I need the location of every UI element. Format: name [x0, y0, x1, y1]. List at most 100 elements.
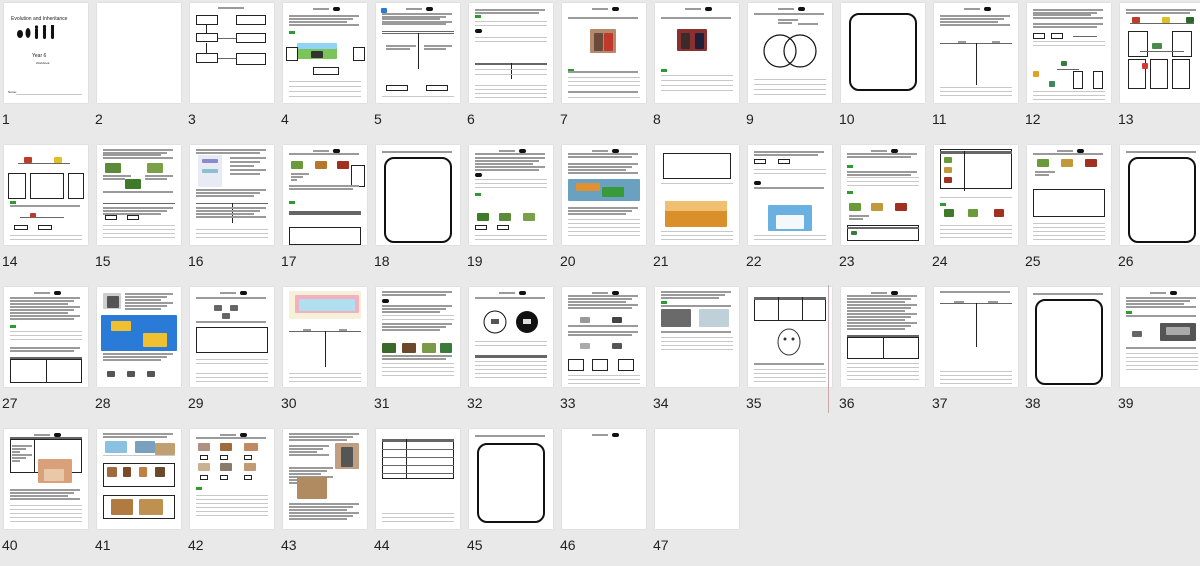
- page-thumbnail[interactable]: 16: [186, 142, 279, 282]
- rainbow-image: [299, 299, 355, 311]
- page-preview[interactable]: [376, 429, 460, 529]
- page-thumbnail[interactable]: 13: [1116, 0, 1200, 140]
- page-preview[interactable]: [469, 145, 553, 245]
- page-thumbnail[interactable]: 29: [186, 284, 279, 424]
- page-preview[interactable]: [376, 287, 460, 387]
- page-thumbnail[interactable]: 46: [558, 426, 651, 566]
- page-preview[interactable]: [655, 287, 739, 387]
- page-thumbnail[interactable]: 39: [1116, 284, 1200, 424]
- page-preview[interactable]: [562, 3, 646, 103]
- page-thumbnail[interactable]: 3: [186, 0, 279, 140]
- page-preview[interactable]: [469, 429, 553, 529]
- page-thumbnail[interactable]: 10: [837, 0, 930, 140]
- page-thumbnail[interactable]: 11: [930, 0, 1023, 140]
- page-thumbnail[interactable]: 8: [651, 0, 744, 140]
- page-preview[interactable]: [190, 287, 274, 387]
- page-thumbnail[interactable]: 33: [558, 284, 651, 424]
- page-preview[interactable]: [4, 145, 88, 245]
- page-preview[interactable]: [655, 3, 739, 103]
- page-preview[interactable]: [934, 145, 1018, 245]
- moth-image: [612, 343, 622, 349]
- page-thumbnail[interactable]: 25: [1023, 142, 1116, 282]
- page-preview[interactable]: [97, 287, 181, 387]
- page-thumbnail[interactable]: 20: [558, 142, 651, 282]
- page-thumbnail[interactable]: 32: [465, 284, 558, 424]
- page-thumbnail[interactable]: 30: [279, 284, 372, 424]
- page-preview[interactable]: [841, 287, 925, 387]
- page-thumbnail[interactable]: 34: [651, 284, 744, 424]
- page-thumbnail[interactable]: 42: [186, 426, 279, 566]
- page-preview[interactable]: [283, 145, 367, 245]
- text-line: [661, 331, 731, 333]
- page-preview[interactable]: [376, 3, 460, 103]
- page-preview[interactable]: [4, 429, 88, 529]
- text-line: [289, 15, 359, 17]
- page-thumbnail[interactable]: 45: [465, 426, 558, 566]
- page-thumbnail[interactable]: 31: [372, 284, 465, 424]
- page-thumbnail[interactable]: 2: [93, 0, 186, 140]
- text-line: [940, 15, 1010, 17]
- page-thumbnail[interactable]: 15: [93, 142, 186, 282]
- page-preview[interactable]: [283, 3, 367, 103]
- page-thumbnail[interactable]: 5: [372, 0, 465, 140]
- page-preview[interactable]: [655, 145, 739, 245]
- text-line: [289, 448, 323, 450]
- page-preview[interactable]: [934, 3, 1018, 103]
- page-preview[interactable]: [190, 429, 274, 529]
- page-thumbnail[interactable]: 41: [93, 426, 186, 566]
- page-preview[interactable]: [562, 287, 646, 387]
- page-preview[interactable]: [934, 287, 1018, 387]
- page-preview[interactable]: [748, 145, 832, 245]
- page-preview[interactable]: [190, 3, 274, 103]
- page-thumbnail[interactable]: 19: [465, 142, 558, 282]
- page-preview[interactable]: [469, 3, 553, 103]
- page-preview[interactable]: [4, 287, 88, 387]
- page-thumbnail[interactable]: 21: [651, 142, 744, 282]
- page-thumbnail[interactable]: 23: [837, 142, 930, 282]
- page-preview[interactable]: [97, 145, 181, 245]
- page-preview[interactable]: [1027, 287, 1111, 387]
- page-thumbnail[interactable]: 22: [744, 142, 837, 282]
- page-thumbnail[interactable]: 40: [0, 426, 93, 566]
- page-thumbnail[interactable]: 36: [837, 284, 930, 424]
- page-thumbnail[interactable]: 7: [558, 0, 651, 140]
- page-thumbnail[interactable]: 35: [744, 284, 837, 424]
- page-thumbnail[interactable]: Evolution and Inheritance Year 6 Workbook N…: [0, 0, 93, 140]
- page-thumbnail[interactable]: 9: [744, 0, 837, 140]
- page-preview[interactable]: [655, 429, 739, 529]
- page-thumbnail[interactable]: 47: [651, 426, 744, 566]
- page-thumbnail[interactable]: 17: [279, 142, 372, 282]
- page-thumbnail[interactable]: 43: [279, 426, 372, 566]
- page-thumbnail[interactable]: 26: [1116, 142, 1200, 282]
- page-preview[interactable]: [841, 3, 925, 103]
- page-thumbnail[interactable]: 27: [0, 284, 93, 424]
- page-preview[interactable]: [1027, 3, 1111, 103]
- page-preview[interactable]: [376, 145, 460, 245]
- page-preview[interactable]: [562, 145, 646, 245]
- page-preview[interactable]: [283, 429, 367, 529]
- page-preview[interactable]: [748, 3, 832, 103]
- page-thumbnail[interactable]: 38: [1023, 284, 1116, 424]
- page-preview[interactable]: [190, 145, 274, 245]
- page-preview[interactable]: [1027, 145, 1111, 245]
- page-thumbnail[interactable]: 28: [93, 284, 186, 424]
- page-preview[interactable]: [748, 287, 832, 387]
- page-preview[interactable]: [841, 145, 925, 245]
- page-preview[interactable]: Evolution and Inheritance Year 6 Workbook N…: [4, 3, 88, 103]
- page-preview[interactable]: [469, 287, 553, 387]
- page-preview[interactable]: [97, 429, 181, 529]
- page-thumbnail[interactable]: 37: [930, 284, 1023, 424]
- page-thumbnail[interactable]: 24: [930, 142, 1023, 282]
- page-preview[interactable]: [1120, 287, 1200, 387]
- page-thumbnail[interactable]: 18: [372, 142, 465, 282]
- page-preview[interactable]: [1120, 3, 1200, 103]
- page-preview[interactable]: [97, 3, 181, 103]
- page-thumbnail[interactable]: 4: [279, 0, 372, 140]
- page-preview[interactable]: [1120, 145, 1200, 245]
- page-preview[interactable]: [283, 287, 367, 387]
- page-thumbnail[interactable]: 6: [465, 0, 558, 140]
- page-preview[interactable]: [562, 429, 646, 529]
- page-thumbnail[interactable]: 44: [372, 426, 465, 566]
- page-thumbnail[interactable]: 14: [0, 142, 93, 282]
- page-thumbnail[interactable]: 12: [1023, 0, 1116, 140]
